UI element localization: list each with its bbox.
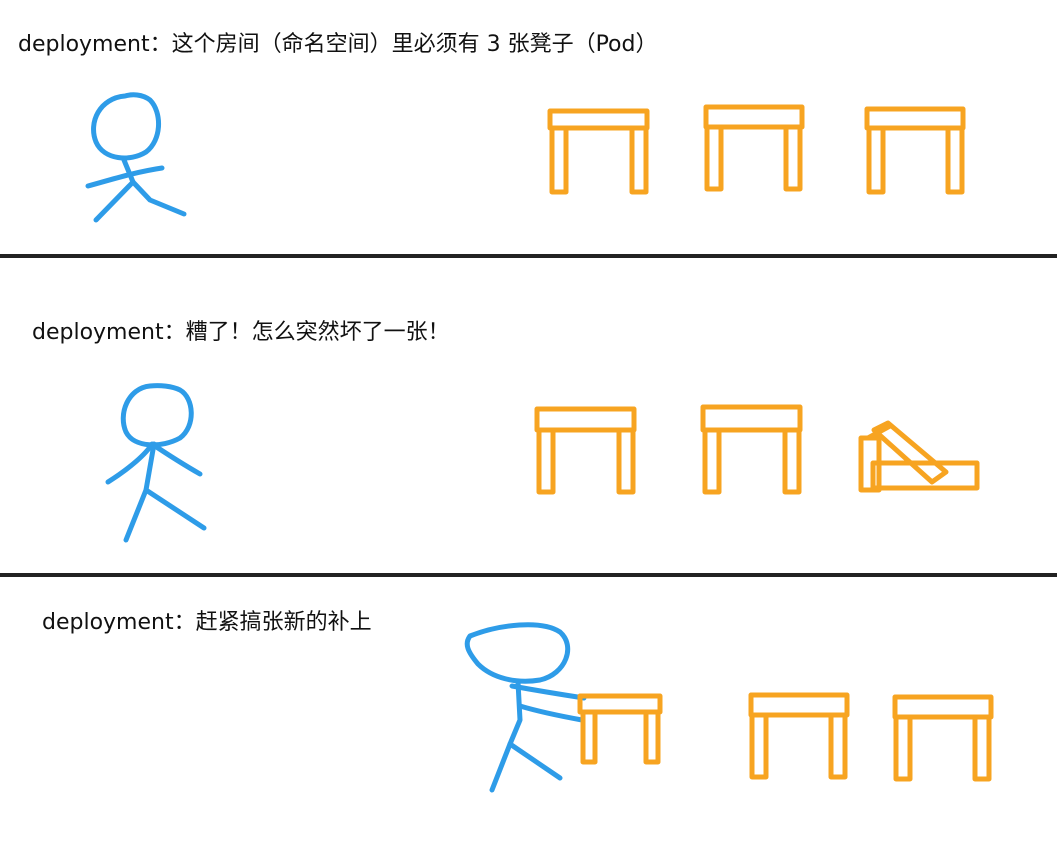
stick-figure-panel-2 [105, 383, 207, 543]
stool-panel-3-c [892, 694, 994, 782]
broken-stool-panel-2 [858, 420, 980, 493]
stool-panel-3-new [577, 693, 663, 765]
stool-panel-2-a [534, 406, 637, 495]
illustration-canvas [85, 92, 994, 793]
stool-panel-3-b [748, 692, 850, 780]
stool-panel-1-b [703, 104, 805, 192]
stool-panel-1-a [547, 108, 650, 195]
stick-figure-panel-3 [464, 622, 587, 793]
stick-figure-panel-1 [85, 92, 187, 223]
stool-panel-2-b [700, 404, 803, 495]
stool-panel-1-c [864, 106, 966, 195]
